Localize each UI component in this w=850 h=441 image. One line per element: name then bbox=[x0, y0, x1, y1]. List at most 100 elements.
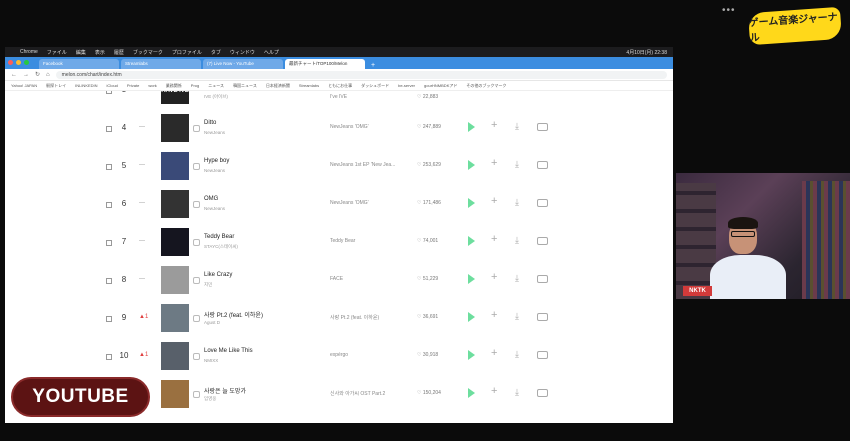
bookmark-item[interactable]: 駅探トレイ bbox=[46, 83, 66, 89]
add-to-playlist-icon[interactable]: + bbox=[491, 119, 497, 131]
album-name[interactable]: NewJeans 'OMG' bbox=[330, 200, 410, 206]
download-icon[interactable]: ⤓ bbox=[515, 387, 519, 398]
forward-icon[interactable]: → bbox=[23, 72, 29, 78]
album-art[interactable] bbox=[161, 266, 189, 294]
play-icon[interactable] bbox=[468, 160, 475, 170]
song-info-icon[interactable] bbox=[193, 353, 200, 360]
like-count[interactable]: ♡ 253,629 bbox=[417, 162, 441, 168]
menu-profile[interactable]: プロファイル bbox=[172, 49, 202, 56]
add-to-playlist-icon[interactable]: + bbox=[491, 195, 497, 207]
like-count[interactable]: ♡ 30,918 bbox=[417, 352, 438, 358]
artist-name[interactable]: NewJeans bbox=[204, 168, 225, 173]
music-video-icon[interactable] bbox=[537, 237, 548, 245]
menu-chrome[interactable]: Chrome bbox=[20, 49, 38, 55]
music-video-icon[interactable] bbox=[537, 389, 548, 397]
tab-facebook[interactable]: Facebook bbox=[39, 59, 119, 69]
select-checkbox[interactable] bbox=[106, 164, 112, 170]
album-art[interactable] bbox=[161, 342, 189, 370]
bookmark-item[interactable]: 業務関係 bbox=[166, 83, 182, 89]
artist-name[interactable]: 지민 bbox=[204, 282, 212, 288]
album-art[interactable] bbox=[161, 304, 189, 332]
song-info-icon[interactable] bbox=[193, 277, 200, 284]
song-info-icon[interactable] bbox=[193, 391, 200, 398]
album-name[interactable]: I've IVE bbox=[330, 94, 410, 100]
album-name[interactable]: 사랑 Pt.2 (feat. 이하윤) bbox=[330, 314, 410, 321]
like-count[interactable]: ♡ 51,229 bbox=[417, 276, 438, 282]
album-name[interactable]: expérgo bbox=[330, 352, 410, 358]
album-art[interactable] bbox=[161, 380, 189, 408]
url-input[interactable]: melon.com/chart/index.htm bbox=[55, 70, 667, 79]
download-icon[interactable]: ⤓ bbox=[515, 273, 519, 284]
menu-bookmarks[interactable]: ブックマーク bbox=[133, 49, 163, 56]
menu-tab[interactable]: タブ bbox=[211, 49, 221, 56]
song-title[interactable]: 사랑 Pt.2 (feat. 이하윤) bbox=[204, 310, 263, 319]
minimize-window-icon[interactable] bbox=[16, 60, 21, 65]
bookmark-item[interactable]: gourHNMBDKアド bbox=[424, 83, 457, 89]
add-to-playlist-icon[interactable]: + bbox=[491, 271, 497, 283]
bookmark-item[interactable]: 日本経済新聞 bbox=[266, 83, 290, 89]
tab-melon-chart[interactable]: 最新チャート/TOP100/Melon bbox=[285, 59, 365, 69]
music-video-icon[interactable] bbox=[537, 123, 548, 131]
add-to-playlist-icon[interactable]: + bbox=[491, 157, 497, 169]
bookmark-item[interactable]: iCloud bbox=[107, 83, 118, 88]
song-info-icon[interactable] bbox=[193, 163, 200, 170]
add-to-playlist-icon[interactable]: + bbox=[491, 309, 497, 321]
album-name[interactable]: FACE bbox=[330, 276, 410, 282]
reload-icon[interactable]: ↻ bbox=[35, 71, 40, 78]
song-title[interactable]: OMG bbox=[204, 196, 218, 202]
artist-name[interactable]: NMIXX bbox=[204, 358, 218, 363]
song-info-icon[interactable] bbox=[193, 315, 200, 322]
tab-streamlabs[interactable]: Streamlabs bbox=[121, 59, 201, 69]
menu-file[interactable]: ファイル bbox=[47, 49, 67, 56]
bookmark-item[interactable]: work bbox=[148, 83, 156, 88]
play-icon[interactable] bbox=[468, 350, 475, 360]
like-count[interactable]: ♡ 171,486 bbox=[417, 200, 441, 206]
music-video-icon[interactable] bbox=[537, 313, 548, 321]
album-art[interactable] bbox=[161, 228, 189, 256]
tab-youtube-live[interactable]: (7) Live Now - YouTube bbox=[203, 59, 283, 69]
music-video-icon[interactable] bbox=[537, 351, 548, 359]
overflow-menu-icon[interactable]: ••• bbox=[722, 5, 736, 16]
bookmark-item[interactable]: Prog bbox=[191, 83, 199, 88]
home-icon[interactable]: ⌂ bbox=[46, 72, 50, 78]
bookmark-item[interactable]: Private bbox=[127, 83, 139, 88]
download-icon[interactable]: ⤓ bbox=[515, 235, 519, 246]
select-checkbox[interactable] bbox=[106, 316, 112, 322]
play-icon[interactable] bbox=[468, 236, 475, 246]
artist-name[interactable]: NewJeans bbox=[204, 130, 225, 135]
music-video-icon[interactable] bbox=[537, 161, 548, 169]
song-title[interactable]: Like Crazy bbox=[204, 272, 232, 278]
bookmark-item[interactable]: 韓国ニュース bbox=[233, 83, 257, 89]
like-count[interactable]: ♡ 22,883 bbox=[417, 94, 438, 100]
play-icon[interactable] bbox=[468, 312, 475, 322]
music-video-icon[interactable] bbox=[537, 199, 548, 207]
add-to-playlist-icon[interactable]: + bbox=[491, 233, 497, 245]
download-icon[interactable]: ⤓ bbox=[515, 121, 519, 132]
song-title[interactable]: Teddy Bear bbox=[204, 234, 234, 240]
download-icon[interactable]: ⤓ bbox=[515, 349, 519, 360]
artist-name[interactable]: IVE (아이브) bbox=[204, 94, 228, 100]
song-info-icon[interactable] bbox=[193, 239, 200, 246]
music-video-icon[interactable] bbox=[537, 275, 548, 283]
back-icon[interactable]: ← bbox=[11, 72, 17, 78]
song-title[interactable]: Love Me Like This bbox=[204, 348, 253, 354]
album-art[interactable] bbox=[161, 152, 189, 180]
song-info-icon[interactable] bbox=[193, 125, 200, 132]
bookmark-item[interactable]: ともにお仕事 bbox=[328, 83, 352, 89]
add-to-playlist-icon[interactable]: + bbox=[491, 347, 497, 359]
add-to-playlist-icon[interactable]: + bbox=[491, 385, 497, 397]
song-title[interactable]: 사랑은 늘 도망가 bbox=[204, 386, 246, 395]
play-icon[interactable] bbox=[468, 122, 475, 132]
album-name[interactable]: NewJeans 'OMG' bbox=[330, 124, 410, 130]
bookmark-item[interactable]: その他のブックマーク bbox=[466, 83, 506, 89]
menu-view[interactable]: 表示 bbox=[95, 49, 105, 56]
bookmark-item[interactable]: Yahoo! JAPAN bbox=[11, 83, 37, 88]
bookmark-item[interactable]: be-server bbox=[398, 83, 415, 88]
play-icon[interactable] bbox=[468, 198, 475, 208]
select-checkbox[interactable] bbox=[106, 126, 112, 132]
like-count[interactable]: ♡ 150,204 bbox=[417, 390, 441, 396]
menu-edit[interactable]: 編集 bbox=[76, 49, 86, 56]
bookmark-item[interactable]: Streamlabs bbox=[299, 83, 319, 88]
album-name[interactable]: NewJeans 1st EP 'New Jea... bbox=[330, 162, 410, 168]
zoom-window-icon[interactable] bbox=[24, 60, 29, 65]
